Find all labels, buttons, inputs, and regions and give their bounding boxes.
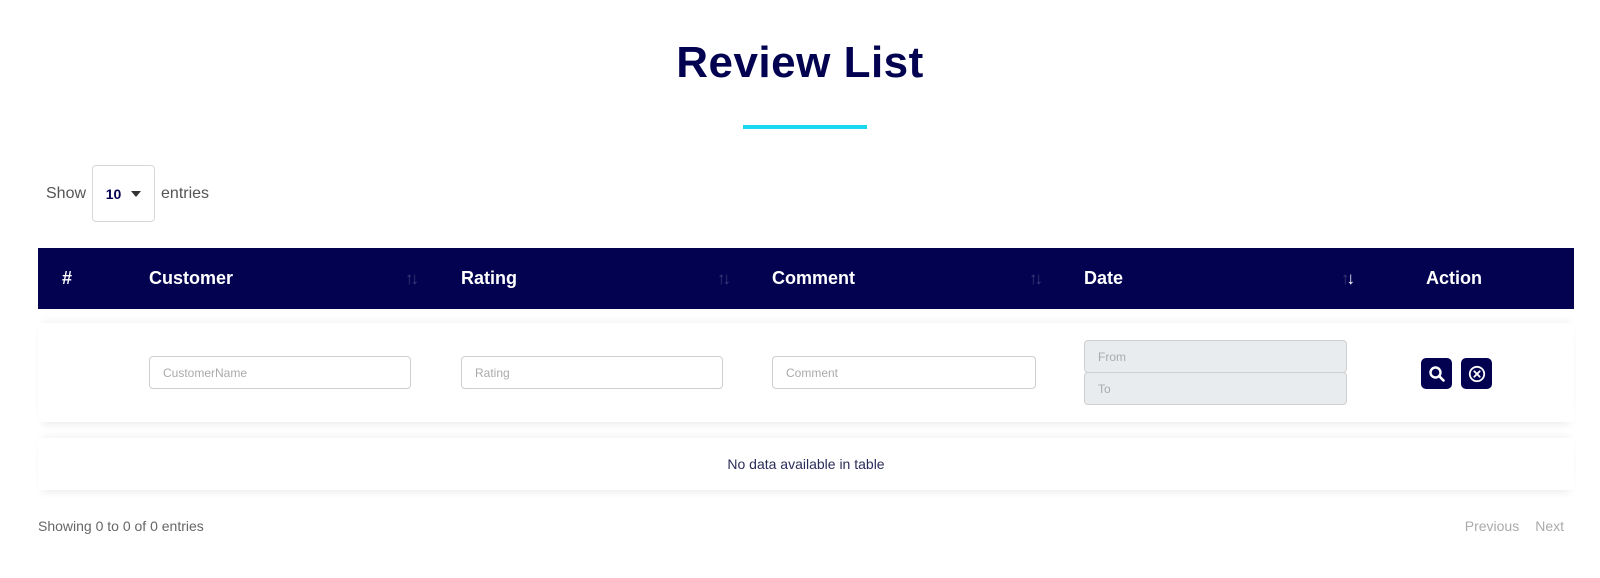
review-table: # Customer ↑ ↓ Rating ↑ ↓ Comment ↑ ↓ Date … <box>38 248 1574 490</box>
table-header: # Customer ↑ ↓ Rating ↑ ↓ Comment ↑ ↓ Date … <box>38 248 1574 309</box>
clear-circle-icon <box>1468 365 1485 382</box>
clear-filters-button[interactable] <box>1461 358 1492 389</box>
column-header-action: Action <box>1426 248 1482 309</box>
column-label: Comment <box>772 268 856 288</box>
sort-down-arrow: ↓ <box>1346 268 1355 288</box>
column-label: Date <box>1084 268 1124 288</box>
sort-down-arrow: ↓ <box>1034 268 1043 288</box>
page-title: Review List <box>676 38 924 87</box>
sort-down-arrow: ↓ <box>722 268 731 288</box>
entries-length-control: Show 10 entries <box>46 165 209 222</box>
column-label: Rating <box>461 268 517 288</box>
column-header-comment[interactable]: Comment <box>772 248 1072 309</box>
column-label: # <box>62 268 73 288</box>
column-header-date[interactable]: Date <box>1084 248 1384 309</box>
date-to-filter-input[interactable] <box>1084 372 1347 405</box>
sort-down-arrow: ↓ <box>410 268 419 288</box>
pagination: Previous Next <box>1465 518 1564 534</box>
length-suffix-label: entries <box>161 184 210 202</box>
date-from-filter-input[interactable] <box>1084 340 1347 373</box>
filter-row <box>38 323 1574 422</box>
sort-icon[interactable]: ↑ ↓ <box>1029 248 1043 309</box>
length-prefix-label: Show <box>46 184 87 202</box>
sort-icon[interactable]: ↑ ↓ <box>717 248 731 309</box>
chevron-down-icon <box>131 190 142 197</box>
customer-name-filter-input[interactable] <box>149 356 411 389</box>
next-page-button[interactable]: Next <box>1535 518 1564 534</box>
column-header-customer[interactable]: Customer <box>149 248 449 309</box>
column-label: Customer <box>149 268 234 288</box>
empty-table-row: No data available in table <box>38 438 1574 490</box>
search-icon <box>1428 365 1445 382</box>
title-underline <box>743 125 867 129</box>
column-header-rating[interactable]: Rating <box>461 248 761 309</box>
column-label: Action <box>1426 268 1482 288</box>
table-info-text: Showing 0 to 0 of 0 entries <box>38 518 204 534</box>
search-button[interactable] <box>1421 358 1452 389</box>
entries-per-page-value: 10 <box>105 185 122 202</box>
sort-icon[interactable]: ↑ ↓ <box>405 248 419 309</box>
comment-filter-input[interactable] <box>772 356 1036 389</box>
column-header-index: # <box>62 248 72 309</box>
empty-table-message: No data available in table <box>727 456 885 472</box>
previous-page-button[interactable]: Previous <box>1465 518 1519 534</box>
entries-per-page-select[interactable]: 10 <box>92 165 156 222</box>
rating-filter-input[interactable] <box>461 356 723 389</box>
sort-icon-active[interactable]: ↑ ↓ <box>1341 248 1355 309</box>
